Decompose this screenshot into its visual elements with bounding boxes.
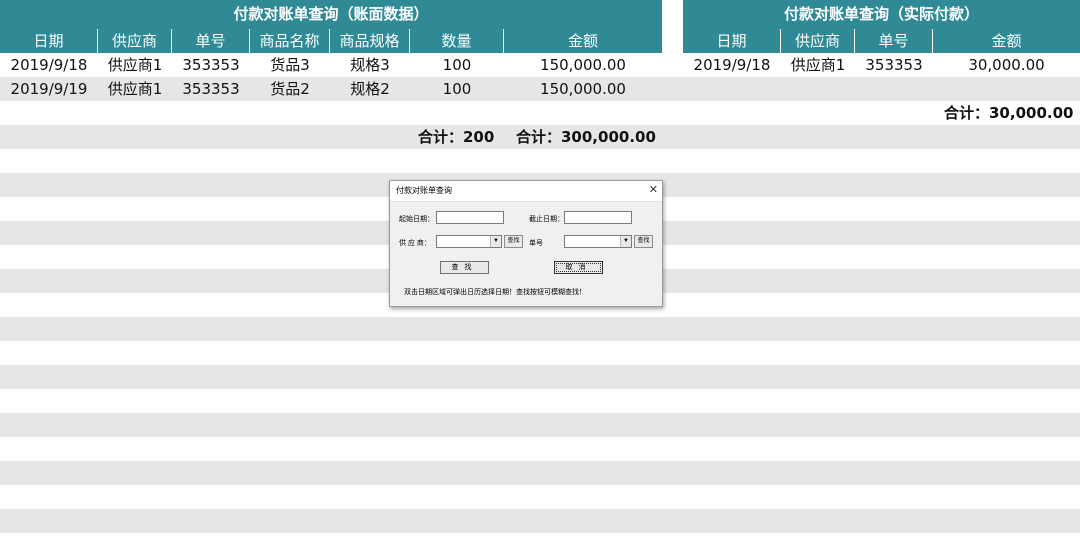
sheet-row-band — [0, 461, 1080, 485]
col-date: 日期 — [683, 29, 781, 53]
order-label: 单号 — [529, 240, 543, 247]
order-select[interactable]: ▼ — [564, 235, 632, 248]
start-date-label: 起始日期： — [399, 216, 434, 223]
supplier-find-button[interactable]: 查找 — [504, 235, 523, 248]
cell-product-name[interactable]: 货品3 — [250, 53, 330, 77]
cell-order-no[interactable]: 353353 — [172, 53, 250, 77]
cell-date[interactable]: 2019/9/18 — [683, 53, 781, 77]
cell-order-no[interactable]: 353353 — [172, 77, 250, 101]
cell-quantity[interactable]: 100 — [410, 53, 504, 77]
cell-quantity[interactable]: 100 — [410, 77, 504, 101]
end-date-label: 截止日期： — [529, 216, 564, 223]
cell-supplier[interactable]: 供应商1 — [98, 53, 172, 77]
table-row[interactable]: 2019/9/18 供应商1 353353 货品3 规格3 100 150,00… — [0, 53, 662, 77]
cell-product-spec[interactable]: 规格2 — [330, 77, 410, 101]
sheet-row-band — [0, 149, 1080, 173]
right-table-title: 付款对账单查询（实际付款） — [683, 0, 1080, 29]
sheet-row-band — [0, 509, 1080, 533]
col-product-name: 商品名称 — [250, 29, 330, 53]
right-table-header: 日期 供应商 单号 金额 — [683, 29, 1080, 53]
right-amount-total: 合计：30,000.00 — [944, 104, 1074, 122]
table-row[interactable]: 2019/9/19 供应商1 353353 货品2 规格2 100 150,00… — [0, 77, 662, 101]
sheet-row-band — [0, 101, 1080, 125]
col-date: 日期 — [0, 29, 98, 53]
sheet-row-band — [0, 341, 1080, 365]
chevron-down-icon[interactable]: ▼ — [490, 236, 501, 247]
start-date-field[interactable] — [436, 211, 504, 224]
sheet-row-band — [0, 317, 1080, 341]
supplier-select[interactable]: ▼ — [436, 235, 502, 248]
left-amount-total: 合计：300,000.00 — [516, 128, 656, 146]
col-order-no: 单号 — [172, 29, 250, 53]
supplier-label: 供 应 商： — [399, 240, 431, 247]
sheet-row-band — [0, 365, 1080, 389]
cell-supplier[interactable]: 供应商1 — [781, 53, 855, 77]
col-amount: 金额 — [933, 29, 1080, 53]
chevron-down-icon[interactable]: ▼ — [620, 236, 631, 247]
dialog-title: 付款对账单查询 — [396, 186, 452, 195]
order-find-button[interactable]: 查找 — [634, 235, 653, 248]
cell-product-name[interactable]: 货品2 — [250, 77, 330, 101]
cell-amount[interactable]: 30,000.00 — [933, 53, 1080, 77]
left-table-header: 日期 供应商 单号 商品名称 商品规格 数量 金额 — [0, 29, 662, 53]
cell-amount[interactable]: 150,000.00 — [504, 77, 662, 101]
sheet-row-band — [0, 437, 1080, 461]
col-quantity: 数量 — [410, 29, 504, 53]
col-product-spec: 商品规格 — [330, 29, 410, 53]
col-amount: 金额 — [504, 29, 662, 53]
col-order-no: 单号 — [855, 29, 933, 53]
close-icon[interactable]: ✕ — [649, 183, 658, 197]
sheet-row-band — [0, 389, 1080, 413]
sheet-row-band — [0, 413, 1080, 437]
sheet-row-band — [0, 485, 1080, 509]
cell-date[interactable]: 2019/9/18 — [0, 53, 98, 77]
cell-date[interactable]: 2019/9/19 — [0, 77, 98, 101]
dialog-titlebar[interactable]: 付款对账单查询 ✕ — [390, 181, 662, 202]
cancel-button[interactable]: 取消 — [554, 261, 603, 274]
cell-supplier[interactable]: 供应商1 — [98, 77, 172, 101]
dialog-hint: 双击日期区域可弹出日历选择日期！查找按钮可模糊查找！ — [404, 289, 586, 296]
cell-product-spec[interactable]: 规格3 — [330, 53, 410, 77]
left-table-title: 付款对账单查询（账面数据） — [0, 0, 662, 29]
col-supplier: 供应商 — [781, 29, 855, 53]
query-button[interactable]: 查找 — [440, 261, 489, 274]
cell-amount[interactable]: 150,000.00 — [504, 53, 662, 77]
table-row[interactable]: 2019/9/18 供应商1 353353 30,000.00 — [683, 53, 1080, 77]
end-date-field[interactable] — [564, 211, 632, 224]
col-supplier: 供应商 — [98, 29, 172, 53]
sheet-row-band — [0, 533, 1080, 557]
cell-order-no[interactable]: 353353 — [855, 53, 933, 77]
query-dialog: 付款对账单查询 ✕ 起始日期： 截止日期： 供 应 商： ▼ 查找 单号 ▼ 查… — [389, 180, 663, 307]
left-qty-total: 合计：200 — [418, 128, 495, 146]
